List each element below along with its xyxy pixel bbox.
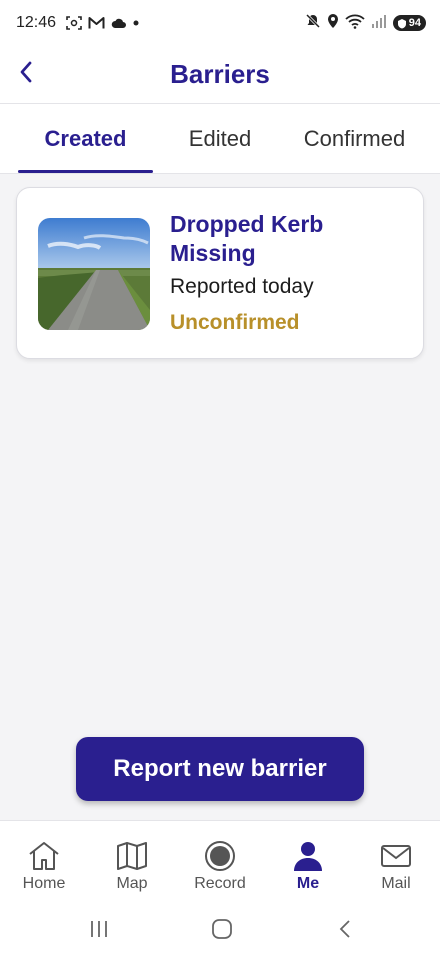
page-title: Barriers [170,59,270,89]
status-bar: 12:46 94 [0,0,440,46]
barrier-reported-date: Reported today [170,275,314,298]
record-icon [204,839,236,873]
mute-icon [305,13,321,34]
report-new-barrier-button[interactable]: Report new barrier [76,737,364,801]
home-circle-icon [211,918,233,945]
mail-icon [379,839,413,873]
nav-label: Map [116,875,148,892]
battery-icon: 94 [392,15,426,31]
status-badge: Unconfirmed [170,311,300,334]
dot-icon [132,19,140,27]
status-time: 12:46 [16,14,57,31]
chevron-left-icon [19,61,33,88]
recent-apps-icon [89,920,109,943]
recent-apps-button[interactable] [79,916,119,946]
nav-label: Home [22,875,66,892]
nav-item-home[interactable]: Home [0,821,88,909]
tab-bar: Created Edited Confirmed [0,104,440,174]
nav-item-record[interactable]: Record [176,821,264,909]
cloud-icon [111,18,127,29]
gmail-icon [88,16,105,30]
system-back-button[interactable] [325,916,365,946]
screenshot-icon [66,15,82,31]
wifi-icon [345,13,365,34]
signal-icon [371,13,387,34]
tab-label: Created [44,126,127,151]
status-left-icons [66,15,140,31]
tab-edited[interactable]: Edited [153,104,287,174]
app-header: Barriers [0,46,440,104]
barrier-card[interactable]: Dropped Kerb Missing Reported today Unco… [16,187,424,359]
barrier-title: Dropped Kerb Missing [170,211,324,266]
tab-label: Confirmed [303,126,406,151]
tab-indicator [18,170,153,173]
nav-item-map[interactable]: Map [88,821,176,909]
home-icon [27,839,61,873]
barrier-photo [38,218,150,330]
map-icon [115,839,149,873]
tab-created[interactable]: Created [18,104,153,174]
nav-item-me[interactable]: Me [264,821,352,909]
status-right-icons: 94 [305,13,426,34]
tab-confirmed[interactable]: Confirmed [287,104,422,174]
person-icon [292,839,324,873]
nav-item-mail[interactable]: Mail [352,821,440,909]
back-arrow-icon [338,919,352,944]
back-button[interactable] [10,58,42,90]
nav-label: Mail [381,875,411,892]
nav-label: Record [194,875,246,892]
home-system-button[interactable] [202,916,242,946]
battery-level: 94 [408,17,421,29]
tab-label: Edited [188,126,252,151]
bottom-nav: Home Map Record Me Mail [0,820,440,908]
system-nav-bar [0,908,440,953]
location-icon [327,13,339,34]
nav-label: Me [296,875,320,892]
